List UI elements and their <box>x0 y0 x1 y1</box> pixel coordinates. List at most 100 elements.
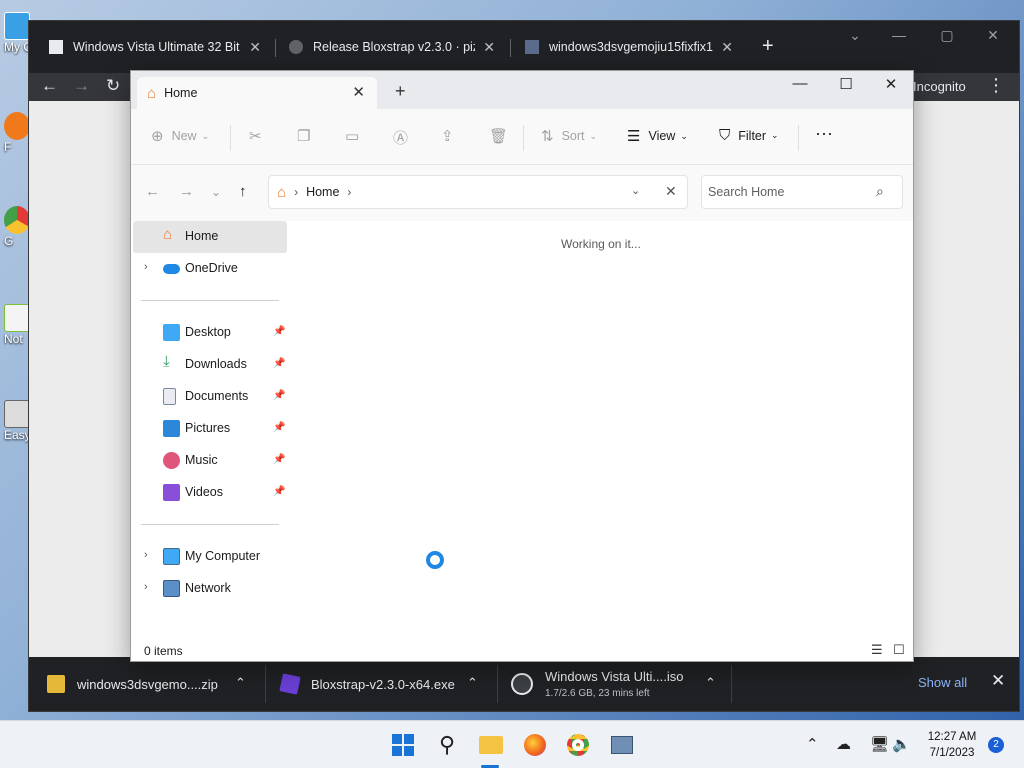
pin-icon[interactable]: 📌 <box>273 390 285 401</box>
back-arrow-icon[interactable]: ← <box>41 76 58 96</box>
chevron-up-icon[interactable]: ⌃ <box>705 675 716 691</box>
forward-arrow-icon[interactable]: → <box>179 183 194 200</box>
close-tab-icon[interactable]: ✕ <box>352 83 365 101</box>
sidebar-item-network[interactable]: › Network <box>133 573 287 605</box>
chrome-tab[interactable]: windows3dsvgemojiu15fixfix1.zip ✕ <box>513 29 745 65</box>
pin-icon[interactable]: 📌 <box>273 326 285 337</box>
pin-icon[interactable]: 📌 <box>273 454 285 465</box>
start-button[interactable] <box>389 731 417 759</box>
copy-icon: ❐ <box>297 128 311 145</box>
chrome-tab[interactable]: Windows Vista Ultimate 32 Bit SP ✕ <box>37 29 273 65</box>
view-button[interactable]: ☰ View ⌄ <box>627 127 688 145</box>
recent-locations-icon[interactable]: ⌄ <box>211 185 221 199</box>
close-shelf-icon[interactable]: ✕ <box>991 671 1005 691</box>
close-tab-icon[interactable]: ✕ <box>483 39 495 56</box>
new-tab-button[interactable]: + <box>395 81 406 102</box>
up-arrow-icon[interactable]: ↑ <box>239 183 247 200</box>
monitor-icon <box>163 548 180 565</box>
desktop-icon-chrome[interactable]: G <box>4 206 30 248</box>
cloud-offline-icon[interactable]: ☁ <box>836 735 851 753</box>
share-button[interactable]: ⇪ <box>441 127 462 145</box>
new-tab-button[interactable]: + <box>762 35 774 58</box>
reload-icon[interactable]: ↻ <box>106 76 120 96</box>
explorer-tab[interactable]: ⌂ Home ✕ <box>137 77 377 109</box>
search-button[interactable]: ⚲ <box>433 731 461 759</box>
chrome-button[interactable] <box>564 731 592 759</box>
home-icon: ⌂ <box>147 84 157 102</box>
maximize-icon[interactable]: ▢ <box>927 27 967 44</box>
expand-chevron-icon[interactable]: › <box>144 261 148 273</box>
chevron-down-icon: ⌄ <box>201 130 210 141</box>
chrome-tab[interactable]: Release Bloxstrap v2.3.0 · pizzabo ✕ <box>277 29 507 65</box>
chevron-up-icon[interactable]: ⌃ <box>235 675 246 691</box>
new-button[interactable]: ⊕ New ⌄ <box>151 127 209 145</box>
expand-chevron-icon[interactable]: › <box>144 549 148 561</box>
close-tab-icon[interactable]: ✕ <box>721 39 733 56</box>
sidebar-item-onedrive[interactable]: › OneDrive <box>133 253 287 285</box>
desktop-icon-easy[interactable]: Easy <box>4 400 31 442</box>
copy-button[interactable]: ❐ <box>297 127 318 145</box>
sidebar-item-desktop[interactable]: Desktop 📌 <box>133 317 287 349</box>
search-icon[interactable]: ⌕ <box>876 183 884 200</box>
rename-button[interactable]: Ⓐ <box>393 127 416 148</box>
pin-icon[interactable]: 📌 <box>273 358 285 369</box>
sidebar-item-my-computer[interactable]: › My Computer <box>133 541 287 573</box>
pin-icon[interactable]: 📌 <box>273 422 285 433</box>
expand-chevron-icon[interactable]: › <box>144 581 148 593</box>
details-view-icon[interactable]: ☰ <box>871 642 883 658</box>
tiles-view-icon[interactable]: ☐ <box>893 642 905 658</box>
chevron-up-icon[interactable]: ⌃ <box>806 735 819 753</box>
sidebar-item-label: Downloads <box>185 357 247 371</box>
desktop-icon-my-computer[interactable]: My C <box>4 12 32 54</box>
network-icon[interactable]: 🖥 <box>870 735 889 753</box>
firefox-button[interactable] <box>521 731 549 759</box>
sidebar-item-music[interactable]: Music 📌 <box>133 445 287 477</box>
file-explorer-button[interactable] <box>477 731 505 759</box>
command-separator <box>798 125 799 151</box>
item-count: 0 items <box>144 644 183 658</box>
sidebar-item-pictures[interactable]: Pictures 📌 <box>133 413 287 445</box>
delete-button[interactable]: 🗑 <box>489 127 516 145</box>
document-icon <box>163 388 176 405</box>
sidebar-item-downloads[interactable]: ⤓ Downloads 📌 <box>133 349 287 381</box>
download-item[interactable]: Bloxstrap-v2.3.0-x64.exe ⌃ <box>279 657 491 711</box>
sidebar-item-videos[interactable]: Videos 📌 <box>133 477 287 509</box>
chevron-up-icon[interactable]: ⌃ <box>467 675 478 691</box>
notification-badge[interactable]: 2 <box>988 737 1004 753</box>
search-input[interactable] <box>708 183 868 201</box>
minimize-icon[interactable]: — <box>777 75 823 92</box>
tab-search-icon[interactable]: ⌄ <box>835 27 875 44</box>
chrome-menu-icon[interactable]: ⋮ <box>987 75 1005 96</box>
tab-separator <box>275 39 276 57</box>
download-item[interactable]: windows3dsvgemo....zip ⌃ <box>47 657 263 711</box>
sidebar-item-home[interactable]: ⌂ Home <box>133 221 287 253</box>
clear-address-icon[interactable]: ✕ <box>665 183 677 200</box>
close-window-icon[interactable]: ✕ <box>868 75 914 93</box>
breadcrumb-home[interactable]: Home <box>306 185 339 199</box>
filter-button[interactable]: ⛉ Filter ⌄ <box>719 127 779 144</box>
sort-button[interactable]: ⇅ Sort ⌄ <box>541 127 597 145</box>
more-options-icon[interactable]: ··· <box>815 123 833 144</box>
show-all-button[interactable]: Show all <box>918 675 967 690</box>
close-window-icon[interactable]: ✕ <box>973 27 1013 44</box>
paste-button[interactable]: ▭ <box>345 127 367 145</box>
back-arrow-icon[interactable]: ← <box>145 183 160 200</box>
close-tab-icon[interactable]: ✕ <box>249 39 261 56</box>
address-dropdown-icon[interactable]: ⌄ <box>631 184 640 197</box>
sidebar-item-documents[interactable]: Documents 📌 <box>133 381 287 413</box>
minimize-icon[interactable]: — <box>879 27 919 43</box>
download-item[interactable]: Windows Vista Ulti....iso 1.7/2.6 GB, 23… <box>511 657 731 711</box>
pin-icon[interactable]: 📌 <box>273 486 285 497</box>
desktop-icon-firefox[interactable]: F <box>4 112 30 154</box>
clock[interactable]: 12:27 AM 7/1/2023 <box>922 729 982 761</box>
sidebar-item-label: Documents <box>185 389 249 403</box>
breadcrumb-chevron-icon[interactable]: › <box>347 185 351 199</box>
cut-button[interactable]: ✂ <box>249 127 270 145</box>
computer-app-button[interactable] <box>608 731 636 759</box>
incognito-label[interactable]: Incognito <box>913 79 966 94</box>
desktop-icon-notepad[interactable]: Not <box>4 304 30 346</box>
address-bar[interactable]: ⌂ › Home › ⌄ ✕ <box>268 175 688 209</box>
maximize-icon[interactable]: ☐ <box>823 75 869 93</box>
forward-arrow-icon[interactable]: → <box>73 76 90 96</box>
volume-icon[interactable]: 🔈 <box>892 735 911 753</box>
